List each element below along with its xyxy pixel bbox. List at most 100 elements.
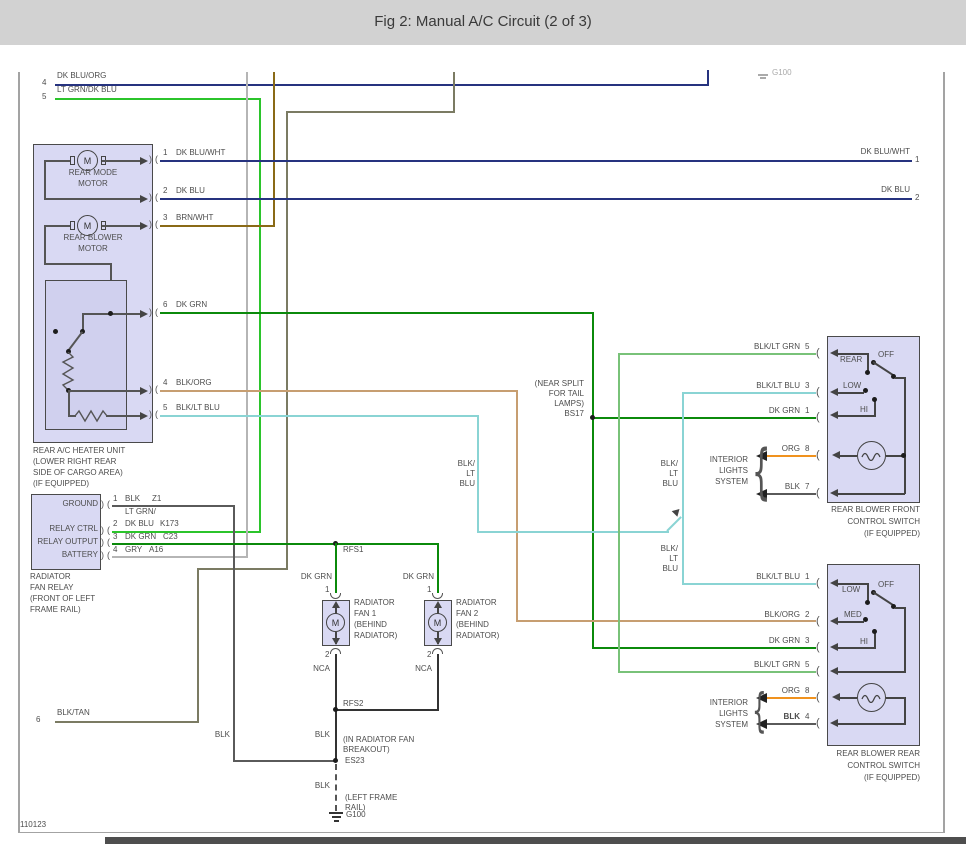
- wire-label-blk: BLK: [314, 730, 330, 739]
- connector-icon: ): [101, 550, 104, 560]
- wire-org: [766, 455, 816, 457]
- page-title: Fig 2: Manual A/C Circuit (2 of 3): [374, 13, 592, 30]
- ground-icon: [329, 812, 343, 814]
- rear-pin-number: 3: [805, 636, 810, 645]
- wire-dk-grn-fan1: [335, 543, 337, 593]
- junction-dot: [901, 453, 906, 458]
- rear-switch-caption: (IF EQUIPPED): [863, 773, 920, 782]
- wire-blk-tan: [286, 111, 455, 113]
- wire-brn-wht: [160, 225, 275, 227]
- rear-pin-number: 5: [805, 660, 810, 669]
- splice-bs17-dot: [590, 415, 595, 420]
- fan1-caption: RADIATOR: [354, 598, 395, 607]
- rear-switch-caption: CONTROL SWITCH: [847, 761, 920, 770]
- wire-gry: [246, 72, 248, 558]
- switch-internal-wire: [886, 697, 906, 699]
- connector-icon: (: [816, 615, 820, 627]
- wire-blk-lt-blu: [666, 516, 682, 532]
- interior-lights-label: INTERIOR: [709, 698, 748, 707]
- top-ground-ref: G100: [772, 68, 792, 77]
- wire-blk-tan: [197, 568, 199, 723]
- wire-label-blk-lt-blu: BLU: [662, 479, 678, 488]
- relay-wire1-code: Z1: [152, 494, 162, 503]
- rear-switch-pos-low: LOW: [842, 585, 861, 594]
- splice-arrow-icon: [671, 506, 683, 517]
- switch-internal-wire: [834, 723, 906, 725]
- connector-icon: (: [816, 577, 820, 589]
- heater-caption: SIDE OF CARGO AREA): [33, 468, 123, 477]
- switch-internal-wire: [834, 493, 905, 495]
- wire-blk-z1: [233, 760, 336, 762]
- wire-blk-lt-blu: [682, 583, 816, 585]
- arrow-down-icon: [434, 638, 442, 645]
- switch-internal-wire: [874, 632, 876, 649]
- wire-blk-tan: [55, 721, 199, 723]
- ground-icon: [332, 816, 341, 818]
- front-switch-caption: CONTROL SWITCH: [847, 517, 920, 526]
- wire-dk-blu-org: [55, 84, 709, 86]
- connector-icon: (: [155, 154, 158, 164]
- heater-pin-number: 4: [163, 378, 168, 387]
- heater-pin-label: DK GRN: [176, 300, 208, 309]
- splice-bs17-label: BS17: [564, 409, 584, 418]
- switch-internal-wire: [840, 697, 857, 699]
- relay-wire4-label: GRY: [125, 545, 143, 554]
- switch-internal-wire: [834, 415, 876, 417]
- rear-mode-motor-label: REAR MODE: [68, 168, 118, 177]
- connector-icon: [432, 593, 443, 599]
- heater-internal-wire: [44, 160, 46, 200]
- connector-icon: ): [149, 154, 152, 164]
- wire-label-blk-lt-blu: LT: [669, 554, 678, 563]
- connector-icon: (: [816, 386, 820, 398]
- rear-switch-pos-off: OFF: [878, 580, 894, 589]
- connector-icon: ): [101, 537, 104, 547]
- switch-internal-wire: [904, 607, 906, 673]
- relay-wire3-number: 3: [113, 532, 118, 541]
- connector-icon: (: [816, 717, 820, 729]
- switch-internal-wire: [834, 671, 906, 673]
- arrow-right-icon: [140, 222, 148, 230]
- edge-pin5-number: 5: [42, 92, 47, 101]
- heater-pin-label: DK BLU: [176, 186, 205, 195]
- wire-label-blk-lt-blu: LT: [466, 469, 475, 478]
- ground-icon: [758, 74, 768, 76]
- heater-pin-number: 1: [163, 148, 168, 157]
- relay-wire3-code: C23: [163, 532, 178, 541]
- connector-icon: ): [149, 409, 152, 419]
- fan1-motor-icon: M: [326, 613, 345, 632]
- interior-lights-label: LIGHTS: [719, 709, 748, 718]
- heater-pin-number: 6: [163, 300, 168, 309]
- brace-icon: {: [752, 683, 767, 738]
- relay-caption: FRAME RAIL): [30, 605, 81, 614]
- ground-g100-label: G100: [346, 810, 366, 819]
- front-wire-label: BLK/LT GRN: [754, 342, 800, 351]
- front-pin-number: 8: [805, 444, 810, 453]
- rear-blower-motor-label: REAR BLOWER: [63, 233, 123, 242]
- arrow-right-icon: [140, 412, 148, 420]
- border-left: [18, 72, 20, 833]
- bs17-caption: (NEAR SPLIT: [534, 379, 584, 388]
- arrow-left-icon: [832, 451, 840, 459]
- brace-icon: {: [751, 436, 771, 507]
- arrow-down-icon: [332, 638, 340, 645]
- window-bottom-edge: [105, 837, 966, 844]
- contact-dot: [865, 370, 870, 375]
- front-wire-label: BLK: [784, 482, 800, 491]
- connector-icon: ): [149, 307, 152, 317]
- fan2-caption: (BEHIND: [456, 620, 489, 629]
- switch-internal-wire: [834, 392, 864, 394]
- connector-icon: ): [149, 192, 152, 202]
- heater-internal-wire: [44, 263, 112, 265]
- relay-terminal-label: BATTERY: [61, 550, 98, 559]
- wire-blk-lt-grn: [618, 353, 816, 355]
- bs17-caption: FOR TAIL: [548, 389, 584, 398]
- fan1-pin1-number: 1: [325, 585, 330, 594]
- wire-gry: [112, 556, 248, 558]
- arrow-left-icon: [830, 719, 838, 727]
- relay-terminal-label: GROUND: [62, 499, 98, 508]
- connector-icon: (: [816, 641, 820, 653]
- heater-pin-number: 5: [163, 403, 168, 412]
- wire-blk-tan: [197, 568, 288, 570]
- contact-dot: [863, 388, 868, 393]
- connector-icon: [330, 593, 341, 599]
